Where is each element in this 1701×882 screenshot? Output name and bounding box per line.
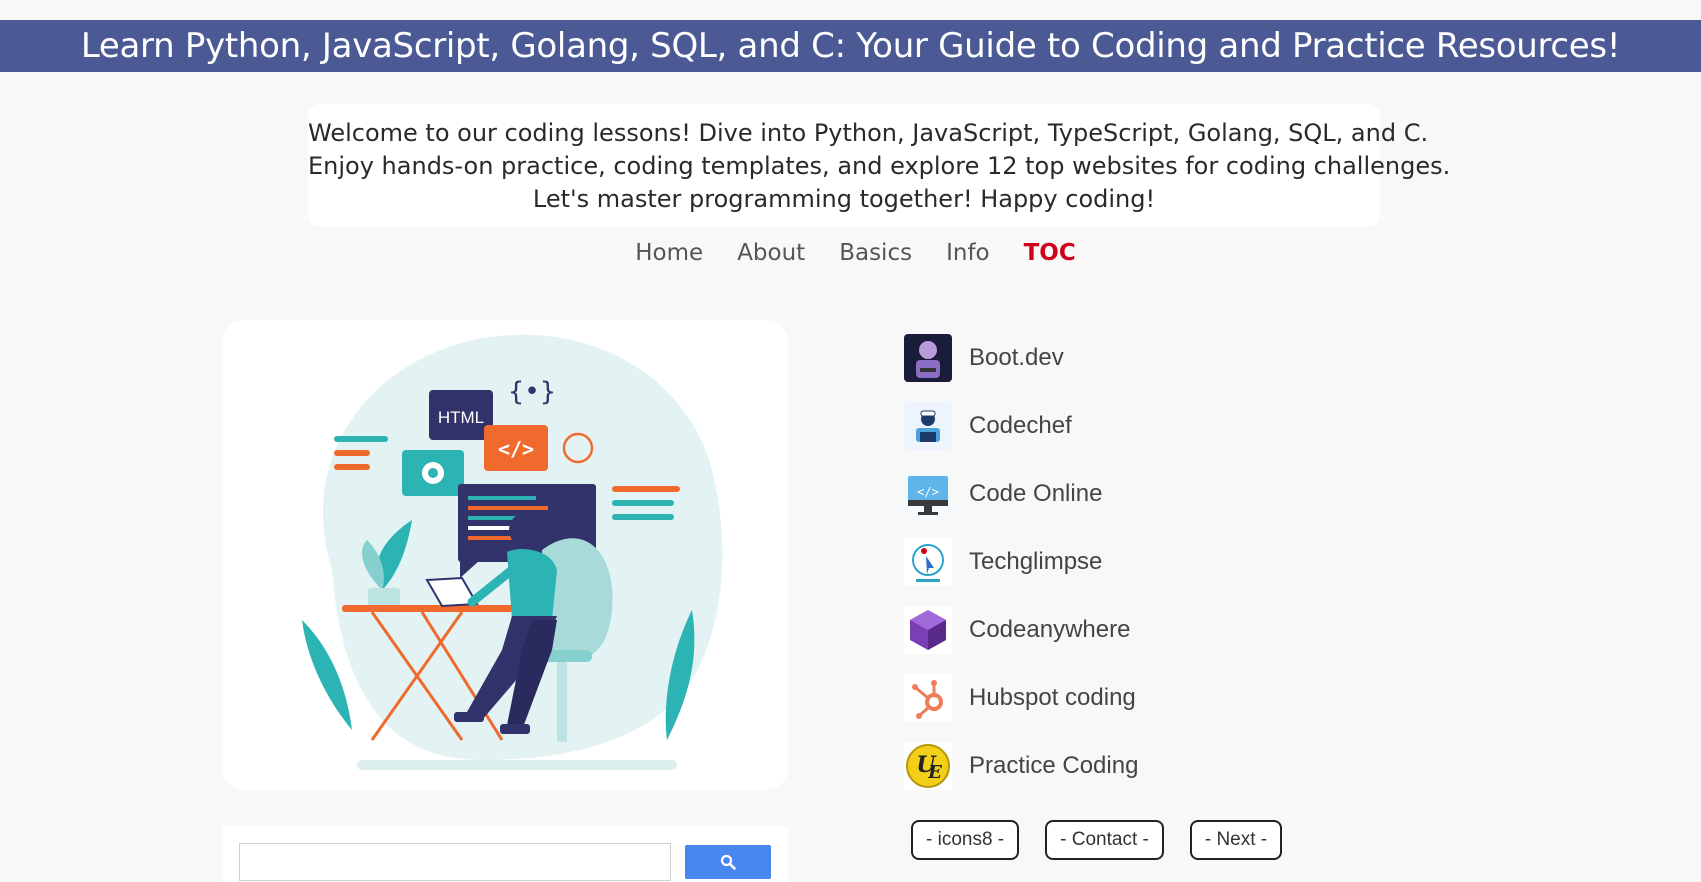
intro-line: Enjoy hands-on practice, coding template… [308,152,1451,180]
contact-button[interactable]: - Contact - [1045,820,1164,860]
site-label: Code Online [969,480,1103,507]
site-link-practice-coding[interactable]: U E Practice Coding [904,732,1324,800]
search-box [222,826,788,882]
page-title-banner: Learn Python, JavaScript, Golang, SQL, a… [0,20,1701,72]
site-link-bootdev[interactable]: Boot.dev [904,324,1324,392]
next-button[interactable]: - Next - [1189,820,1283,860]
site-label: Codechef [969,412,1072,439]
intro-line: Welcome to our coding lessons! Dive into… [308,119,1429,147]
illustration-card: HTML {•} </> [222,320,788,790]
html-tag-text: HTML [438,408,484,427]
coding-sites-list: Boot.dev Codechef </> Code Online Techgl… [904,324,1324,800]
code-tag-text: </> [498,437,534,461]
intro-line: Let's master programming together! Happy… [532,185,1156,213]
site-label: Codeanywhere [969,616,1131,643]
search-input[interactable] [239,843,671,881]
nav-about[interactable]: About [737,240,805,272]
bootdev-icon [904,334,952,382]
site-link-code-online[interactable]: </> Code Online [904,460,1324,528]
search-button[interactable] [685,845,771,879]
site-link-codeanywhere[interactable]: Codeanywhere [904,596,1324,664]
intro-card: Welcome to our coding lessons! Dive into… [308,104,1451,227]
footer-button-row: - icons8 - - Contact - - Next - [911,820,1283,860]
site-link-hubspot[interactable]: Hubspot coding [904,664,1324,732]
search-icon [720,854,736,870]
site-link-techglimpse[interactable]: Techglimpse [904,528,1324,596]
nav-basics[interactable]: Basics [839,240,912,272]
codechef-icon [904,402,952,450]
site-label: Boot.dev [969,344,1064,371]
icons8-button[interactable]: - icons8 - [911,820,1020,860]
techglimpse-icon [904,538,952,586]
codeanywhere-icon [904,606,952,654]
nav-toc[interactable]: TOC [1024,240,1076,272]
svg-text:E: E [927,762,942,783]
site-label: Hubspot coding [969,684,1136,711]
site-link-codechef[interactable]: Codechef [904,392,1324,460]
code-online-icon: </> [904,470,952,518]
brace-tag-text: {•} [508,377,556,407]
hubspot-icon [904,674,952,722]
nav-home[interactable]: Home [635,240,703,272]
practice-coding-icon: U E [904,742,952,790]
main-nav: Home About Basics Info TOC [0,240,1701,272]
page-title: Learn Python, JavaScript, Golang, SQL, a… [80,26,1621,66]
site-label: Practice Coding [969,752,1139,779]
site-label: Techglimpse [969,548,1103,575]
nav-info[interactable]: Info [946,240,990,272]
svg-text:</>: </> [917,485,939,499]
coding-illustration: HTML {•} </> [302,334,723,770]
